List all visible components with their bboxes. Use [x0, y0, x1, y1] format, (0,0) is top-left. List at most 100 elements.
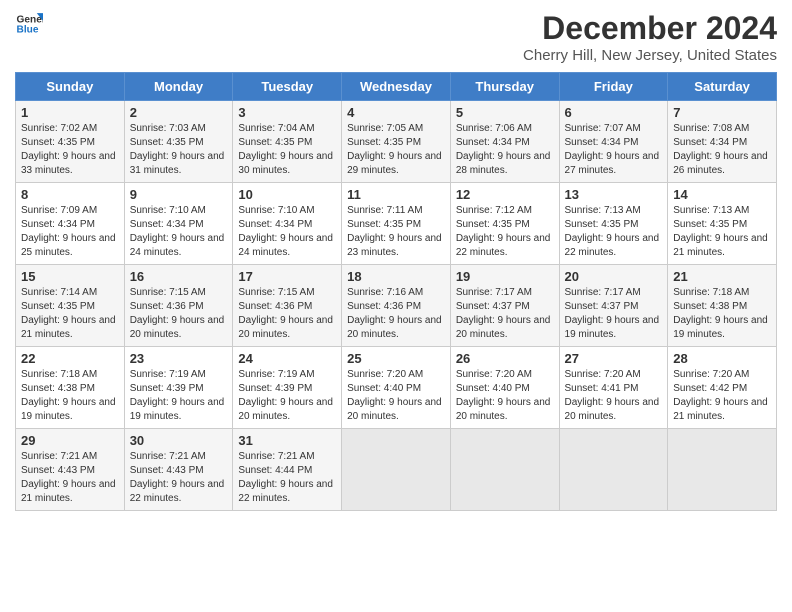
header-day-tuesday: Tuesday	[233, 73, 342, 101]
day-number: 17	[238, 269, 336, 284]
header-day-monday: Monday	[124, 73, 233, 101]
day-info: Sunrise: 7:06 AMSunset: 4:34 PMDaylight:…	[456, 123, 551, 176]
header-day-saturday: Saturday	[668, 73, 777, 101]
calendar-cell: 12Sunrise: 7:12 AMSunset: 4:35 PMDayligh…	[450, 183, 559, 265]
calendar-cell	[450, 429, 559, 511]
calendar-cell: 5 Sunrise: 7:06 AMSunset: 4:34 PMDaylight…	[450, 101, 559, 183]
day-number: 28	[673, 351, 771, 366]
day-info: Sunrise: 7:05 AMSunset: 4:35 PMDaylight:…	[347, 123, 442, 176]
day-number: 30	[130, 433, 228, 448]
day-info: Sunrise: 7:21 AMSunset: 4:43 PMDaylight:…	[21, 451, 116, 504]
logo-icon: General Blue	[15, 10, 43, 38]
day-info: Sunrise: 7:09 AMSunset: 4:34 PMDaylight:…	[21, 205, 116, 258]
day-info: Sunrise: 7:10 AMSunset: 4:34 PMDaylight:…	[130, 205, 225, 258]
day-number: 27	[565, 351, 663, 366]
day-info: Sunrise: 7:17 AMSunset: 4:37 PMDaylight:…	[565, 287, 660, 340]
calendar-cell: 29Sunrise: 7:21 AMSunset: 4:43 PMDayligh…	[16, 429, 125, 511]
day-number: 3	[238, 105, 336, 120]
day-info: Sunrise: 7:20 AMSunset: 4:40 PMDaylight:…	[456, 369, 551, 422]
calendar-cell: 14Sunrise: 7:13 AMSunset: 4:35 PMDayligh…	[668, 183, 777, 265]
day-info: Sunrise: 7:17 AMSunset: 4:37 PMDaylight:…	[456, 287, 551, 340]
header-day-sunday: Sunday	[16, 73, 125, 101]
day-info: Sunrise: 7:02 AMSunset: 4:35 PMDaylight:…	[21, 123, 116, 176]
calendar-body: 1Sunrise: 7:02 AMSunset: 4:35 PMDaylight…	[16, 101, 777, 511]
day-info: Sunrise: 7:08 AMSunset: 4:34 PMDaylight:…	[673, 123, 768, 176]
calendar-cell: 26 Sunrise: 7:20 AMSunset: 4:40 PMDayligh…	[450, 347, 559, 429]
day-number: 14	[673, 187, 771, 202]
day-number: 22	[21, 351, 119, 366]
day-info: Sunrise: 7:20 AMSunset: 4:40 PMDaylight:…	[347, 369, 442, 422]
calendar-cell: 11 Sunrise: 7:11 AMSunset: 4:35 PMDayligh…	[342, 183, 451, 265]
day-number: 31	[238, 433, 336, 448]
day-number: 16	[130, 269, 228, 284]
day-number: 10	[238, 187, 336, 202]
calendar-cell: 23 Sunrise: 7:19 AMSunset: 4:39 PMDayligh…	[124, 347, 233, 429]
day-info: Sunrise: 7:21 AMSunset: 4:43 PMDaylight:…	[130, 451, 225, 504]
header-day-friday: Friday	[559, 73, 668, 101]
day-number: 5	[456, 105, 554, 120]
title-area: December 2024 Cherry Hill, New Jersey, U…	[523, 10, 777, 64]
svg-text:Blue: Blue	[17, 25, 39, 36]
calendar-cell: 4Sunrise: 7:05 AMSunset: 4:35 PMDaylight…	[342, 101, 451, 183]
calendar-cell: 9 Sunrise: 7:10 AMSunset: 4:34 PMDaylight…	[124, 183, 233, 265]
calendar-cell: 3 Sunrise: 7:04 AMSunset: 4:35 PMDaylight…	[233, 101, 342, 183]
calendar-cell: 27Sunrise: 7:20 AMSunset: 4:41 PMDayligh…	[559, 347, 668, 429]
calendar-cell	[559, 429, 668, 511]
main-title: December 2024	[523, 10, 777, 47]
day-info: Sunrise: 7:07 AMSunset: 4:34 PMDaylight:…	[565, 123, 660, 176]
day-info: Sunrise: 7:15 AMSunset: 4:36 PMDaylight:…	[130, 287, 225, 340]
day-info: Sunrise: 7:18 AMSunset: 4:38 PMDaylight:…	[673, 287, 768, 340]
day-number: 23	[130, 351, 228, 366]
day-info: Sunrise: 7:15 AMSunset: 4:36 PMDaylight:…	[238, 287, 333, 340]
day-info: Sunrise: 7:13 AMSunset: 4:35 PMDaylight:…	[565, 205, 660, 258]
day-number: 7	[673, 105, 771, 120]
day-number: 18	[347, 269, 445, 284]
day-number: 26	[456, 351, 554, 366]
day-info: Sunrise: 7:18 AMSunset: 4:38 PMDaylight:…	[21, 369, 116, 422]
calendar-cell: 24 Sunrise: 7:19 AMSunset: 4:39 PMDayligh…	[233, 347, 342, 429]
calendar-cell: 8 Sunrise: 7:09 AMSunset: 4:34 PMDaylight…	[16, 183, 125, 265]
day-number: 20	[565, 269, 663, 284]
calendar-cell: 19Sunrise: 7:17 AMSunset: 4:37 PMDayligh…	[450, 265, 559, 347]
logo: General Blue	[15, 10, 43, 38]
header: General Blue December 2024 Cherry Hill, …	[15, 10, 777, 64]
header-day-wednesday: Wednesday	[342, 73, 451, 101]
day-info: Sunrise: 7:20 AMSunset: 4:42 PMDaylight:…	[673, 369, 768, 422]
day-info: Sunrise: 7:04 AMSunset: 4:35 PMDaylight:…	[238, 123, 333, 176]
calendar-cell	[668, 429, 777, 511]
calendar-cell: 17 Sunrise: 7:15 AMSunset: 4:36 PMDayligh…	[233, 265, 342, 347]
day-number: 21	[673, 269, 771, 284]
day-info: Sunrise: 7:16 AMSunset: 4:36 PMDaylight:…	[347, 287, 442, 340]
day-info: Sunrise: 7:12 AMSunset: 4:35 PMDaylight:…	[456, 205, 551, 258]
calendar-cell: 30 Sunrise: 7:21 AMSunset: 4:43 PMDayligh…	[124, 429, 233, 511]
calendar-cell: 16 Sunrise: 7:15 AMSunset: 4:36 PMDayligh…	[124, 265, 233, 347]
day-number: 2	[130, 105, 228, 120]
header-row: SundayMondayTuesdayWednesdayThursdayFrid…	[16, 73, 777, 101]
day-info: Sunrise: 7:10 AMSunset: 4:34 PMDaylight:…	[238, 205, 333, 258]
calendar-cell: 28 Sunrise: 7:20 AMSunset: 4:42 PMDayligh…	[668, 347, 777, 429]
day-info: Sunrise: 7:11 AMSunset: 4:35 PMDaylight:…	[347, 205, 442, 258]
calendar-cell: 10 Sunrise: 7:10 AMSunset: 4:34 PMDayligh…	[233, 183, 342, 265]
calendar-cell: 15 Sunrise: 7:14 AMSunset: 4:35 PMDayligh…	[16, 265, 125, 347]
day-info: Sunrise: 7:19 AMSunset: 4:39 PMDaylight:…	[130, 369, 225, 422]
calendar-cell	[342, 429, 451, 511]
calendar-cell: 7 Sunrise: 7:08 AMSunset: 4:34 PMDaylight…	[668, 101, 777, 183]
day-number: 8	[21, 187, 119, 202]
calendar-cell: 13 Sunrise: 7:13 AMSunset: 4:35 PMDayligh…	[559, 183, 668, 265]
calendar-cell: 25Sunrise: 7:20 AMSunset: 4:40 PMDayligh…	[342, 347, 451, 429]
day-number: 6	[565, 105, 663, 120]
day-number: 24	[238, 351, 336, 366]
day-number: 11	[347, 187, 445, 202]
day-info: Sunrise: 7:14 AMSunset: 4:35 PMDaylight:…	[21, 287, 116, 340]
day-info: Sunrise: 7:19 AMSunset: 4:39 PMDaylight:…	[238, 369, 333, 422]
day-number: 9	[130, 187, 228, 202]
calendar-cell: 22 Sunrise: 7:18 AMSunset: 4:38 PMDayligh…	[16, 347, 125, 429]
calendar-cell: 1Sunrise: 7:02 AMSunset: 4:35 PMDaylight…	[16, 101, 125, 183]
calendar-header: SundayMondayTuesdayWednesdayThursdayFrid…	[16, 73, 777, 101]
calendar-cell: 31Sunrise: 7:21 AMSunset: 4:44 PMDayligh…	[233, 429, 342, 511]
calendar-cell: 2Sunrise: 7:03 AMSunset: 4:35 PMDaylight…	[124, 101, 233, 183]
day-number: 13	[565, 187, 663, 202]
calendar-cell: 21 Sunrise: 7:18 AMSunset: 4:38 PMDayligh…	[668, 265, 777, 347]
calendar-cell: 18 Sunrise: 7:16 AMSunset: 4:36 PMDayligh…	[342, 265, 451, 347]
day-number: 15	[21, 269, 119, 284]
